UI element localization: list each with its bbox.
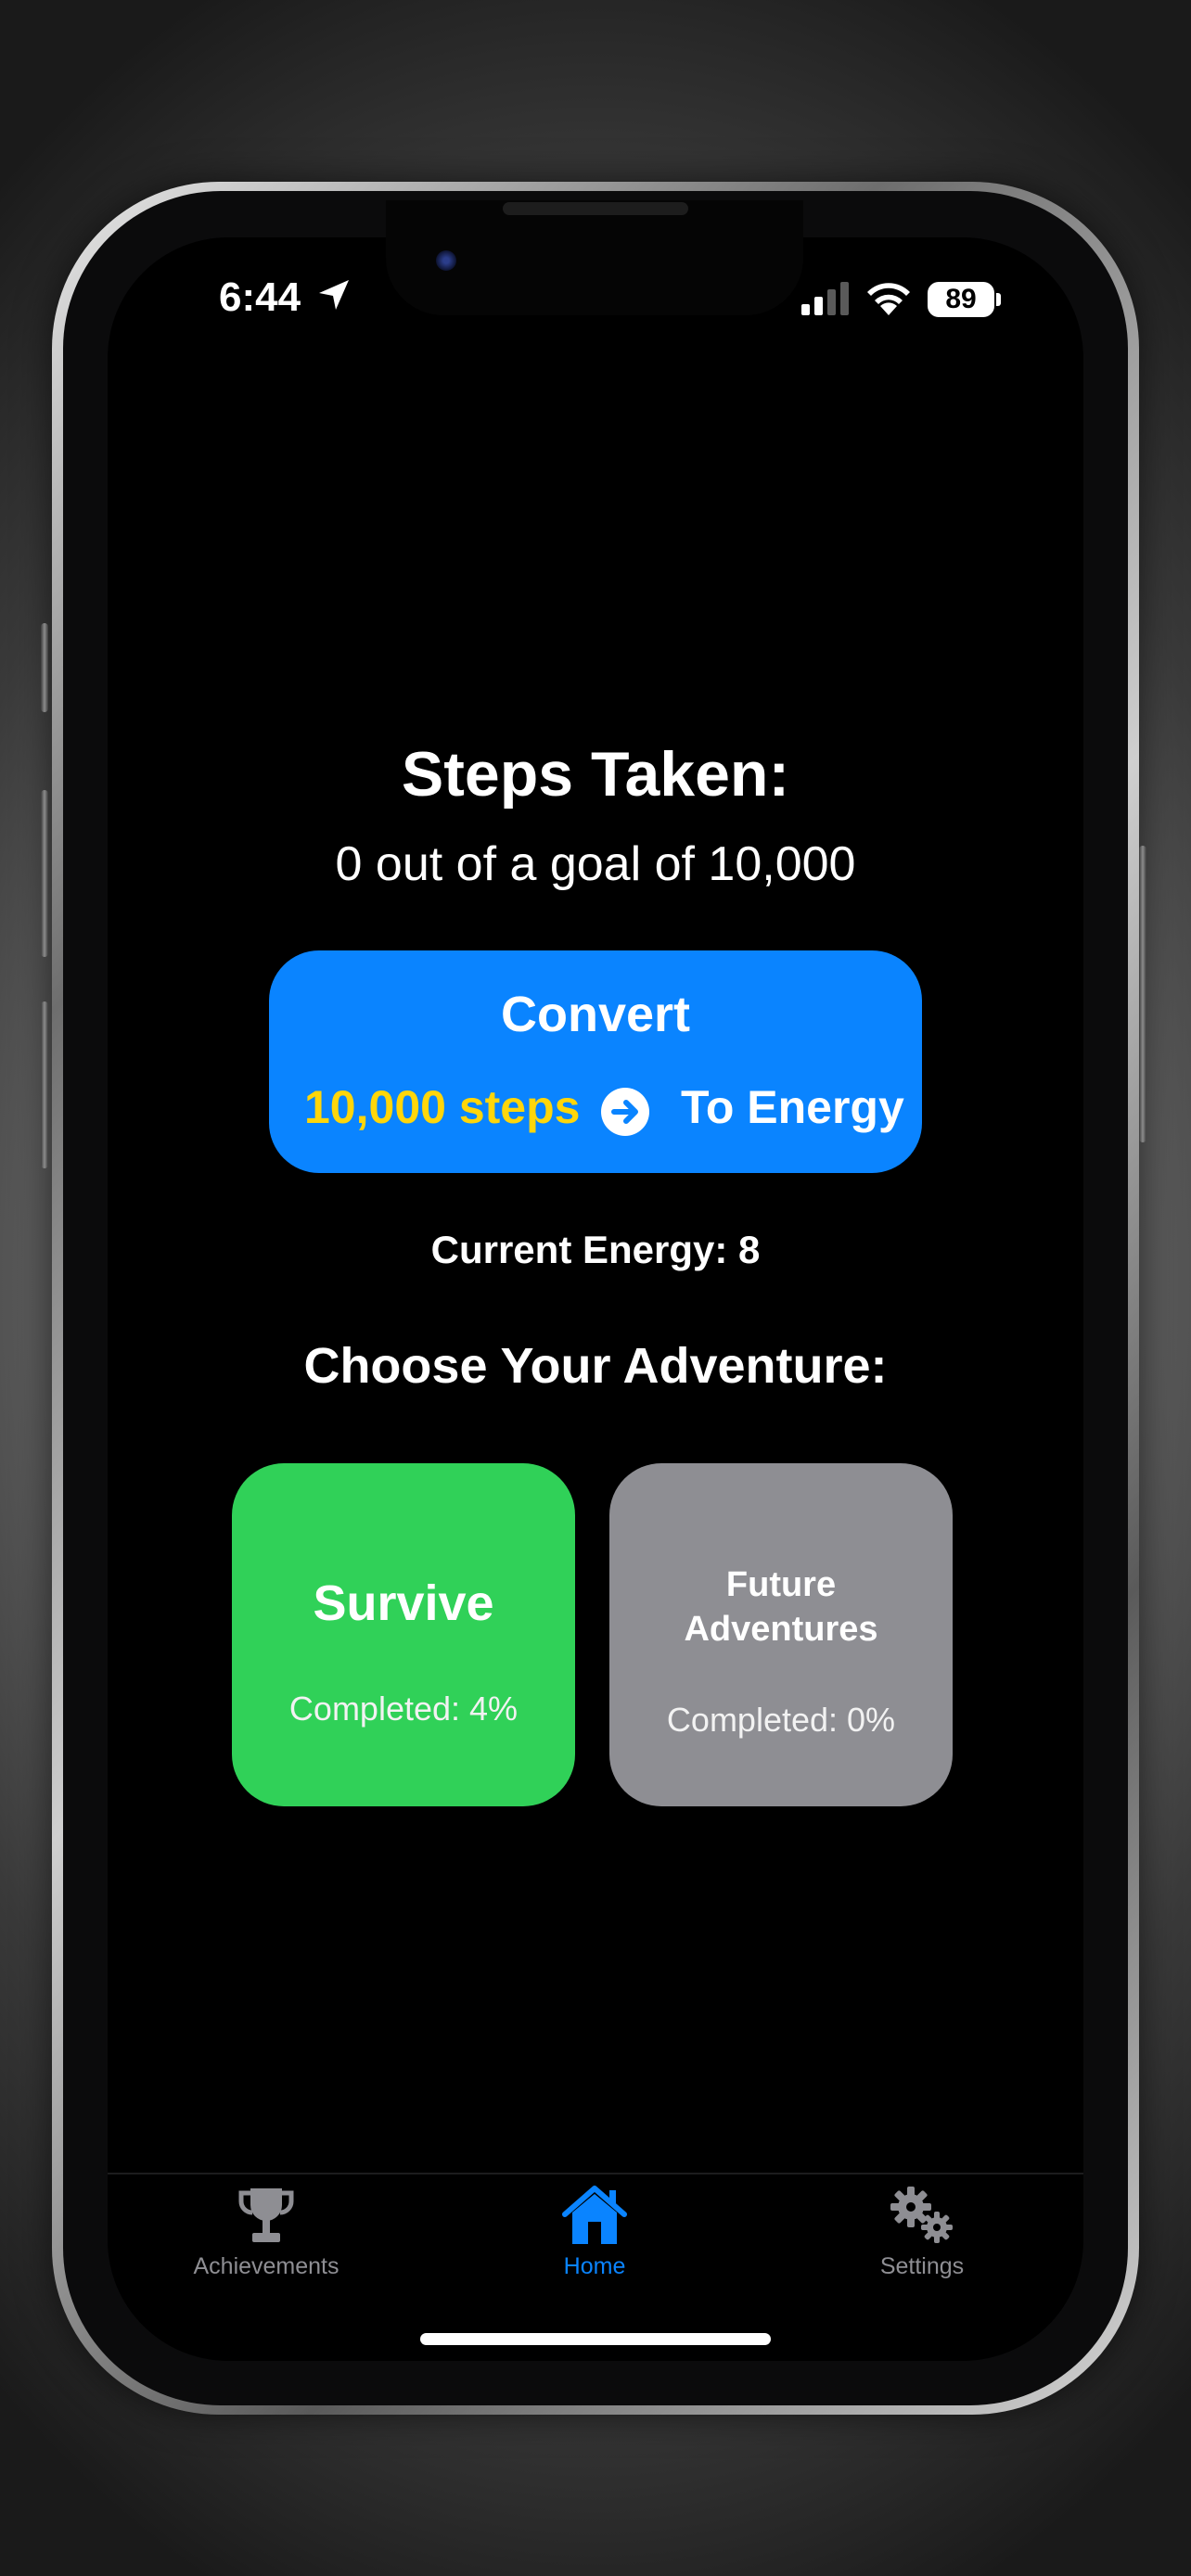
page-title: Steps Taken:: [401, 739, 790, 810]
battery-tip: [996, 293, 1001, 306]
tab-label: Home: [563, 2253, 626, 2279]
gears-icon: [890, 2187, 953, 2243]
convert-target: To Energy: [681, 1081, 904, 1133]
convert-label: Convert: [500, 987, 691, 1042]
house-icon: [562, 2186, 627, 2244]
earpiece-speaker: [503, 202, 688, 215]
tab-label: Settings: [879, 2253, 965, 2279]
location-arrow-icon: [319, 280, 349, 310]
card-title-line2: Adventures: [684, 1610, 878, 1649]
tab-home[interactable]: Home: [483, 2185, 706, 2280]
front-camera: [436, 250, 456, 271]
trophy-icon: [238, 2188, 294, 2242]
card-title: Survive: [313, 1575, 494, 1631]
volume-down-button: [41, 1001, 48, 1168]
tab-bar-divider: [108, 2173, 1083, 2174]
tab-achievements[interactable]: Achievements: [155, 2185, 378, 2280]
adventure-heading: Choose Your Adventure:: [303, 1338, 888, 1394]
card-completed: Completed: 0%: [666, 1701, 896, 1739]
battery-indicator: 89: [928, 282, 994, 317]
tab-settings[interactable]: Settings: [811, 2185, 1033, 2280]
arrow-right-circle-icon: [601, 1088, 649, 1136]
status-time: 6:44: [219, 274, 301, 320]
card-title-line1: Future: [725, 1565, 837, 1604]
screen: [108, 237, 1083, 2361]
adventure-card-survive[interactable]: Survive Completed: 4%: [232, 1463, 575, 1806]
convert-steps-amount: 10,000 steps: [304, 1081, 581, 1133]
convert-button[interactable]: Convert 10,000 steps To Energy: [269, 950, 922, 1173]
action-button: [41, 623, 48, 712]
tab-label: Achievements: [193, 2253, 339, 2279]
steps-progress-text: 0 out of a goal of 10,000: [335, 837, 856, 891]
current-energy-text: Current Energy: 8: [430, 1228, 761, 1271]
wifi-icon: [867, 283, 910, 315]
home-indicator[interactable]: [420, 2333, 771, 2345]
cellular-signal-icon: [801, 282, 849, 315]
card-completed: Completed: 4%: [288, 1690, 519, 1728]
adventure-card-future[interactable]: Future Adventures Completed: 0%: [609, 1463, 953, 1806]
